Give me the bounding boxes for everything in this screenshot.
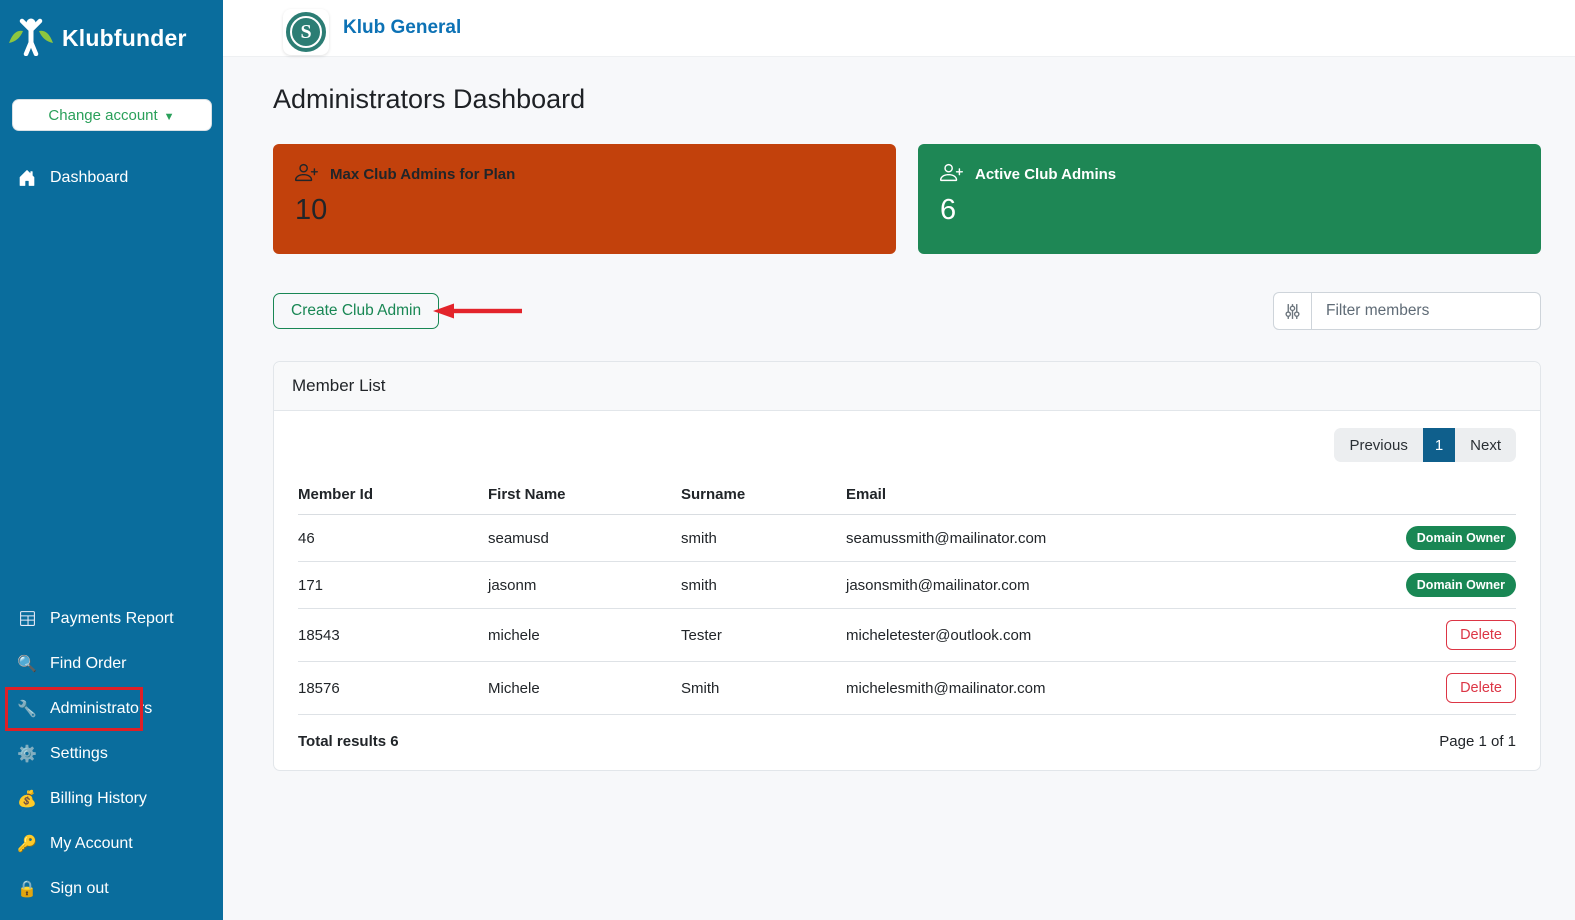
sidebar-item-find-order[interactable]: 🔍 Find Order xyxy=(0,641,223,686)
topbar: S Klub General xyxy=(223,0,1575,57)
stat-label: Max Club Admins for Plan xyxy=(330,166,516,183)
main-content: Administrators Dashboard Max Club Admins… xyxy=(223,57,1575,920)
actions-row: Create Club Admin xyxy=(273,292,1541,330)
key-icon: 🔑 xyxy=(17,835,37,853)
cell-email: jasonsmith@mailinator.com xyxy=(846,561,1216,609)
filter-sliders-icon xyxy=(1273,292,1312,330)
sidebar-item-settings[interactable]: ⚙️ Settings xyxy=(0,731,223,776)
sidebar-item-label: My Account xyxy=(50,834,133,852)
stat-label: Active Club Admins xyxy=(975,166,1117,183)
sidebar-item-administrators[interactable]: 🔧 Administrators xyxy=(0,686,223,731)
table-row: 18543 michele Tester micheletester@outlo… xyxy=(298,608,1516,662)
sidebar-item-label: Find Order xyxy=(50,654,127,672)
cell-surname: Smith xyxy=(681,661,846,715)
create-club-admin-button[interactable]: Create Club Admin xyxy=(273,293,440,329)
cell-first-name: michele xyxy=(488,608,681,662)
cell-action: Delete xyxy=(1216,608,1516,662)
column-header-first-name: First Name xyxy=(488,476,681,515)
brand: Klubfunder xyxy=(0,0,223,71)
sidebar-item-label: Administrators xyxy=(50,699,153,717)
cell-surname: smith xyxy=(681,561,846,609)
table-row: 46 seamusd smith seamussmith@mailinator.… xyxy=(298,514,1516,562)
stat-cards: Max Club Admins for Plan 10 Active Club … xyxy=(273,144,1541,254)
filter-members-input[interactable] xyxy=(1312,292,1541,330)
sidebar-nav-bottom: Payments Report 🔍 Find Order 🔧 Administr… xyxy=(0,596,223,911)
stat-value: 10 xyxy=(295,194,328,226)
member-list-title: Member List xyxy=(274,362,1540,411)
member-list-footer: Total results 6 Page 1 of 1 xyxy=(298,715,1516,750)
sidebar-nav-top: Dashboard xyxy=(0,155,223,200)
domain-owner-badge: Domain Owner xyxy=(1405,573,1516,597)
wrench-icon: 🔧 xyxy=(17,700,37,718)
pagination-page-1-button[interactable]: 1 xyxy=(1422,428,1456,462)
stat-card-active-admins: Active Club Admins 6 xyxy=(918,144,1541,254)
cell-action: Delete xyxy=(1216,661,1516,715)
sidebar-item-label: Dashboard xyxy=(50,168,129,186)
moneybag-icon: 💰 xyxy=(17,790,37,808)
cell-member-id: 18576 xyxy=(298,661,488,715)
stat-card-max-admins: Max Club Admins for Plan 10 xyxy=(273,144,896,254)
lock-icon: 🔒 xyxy=(17,880,37,898)
sidebar-item-dashboard[interactable]: Dashboard xyxy=(0,155,223,200)
member-list-card: Member List Previous 1 Next Member Id Fi… xyxy=(273,361,1541,771)
sidebar: Klubfunder Change account ▼ Dashboard Pay… xyxy=(0,0,223,920)
total-results: Total results 6 xyxy=(298,733,399,750)
cell-surname: Tester xyxy=(681,608,846,662)
pagination: Previous 1 Next xyxy=(298,428,1516,462)
cell-action: Domain Owner xyxy=(1216,514,1516,562)
cell-member-id: 18543 xyxy=(298,608,488,662)
pagination-previous-button[interactable]: Previous xyxy=(1334,428,1423,462)
chevron-down-icon: ▼ xyxy=(163,110,175,123)
club-name: Klub General xyxy=(343,17,462,38)
red-arrow-annotation xyxy=(433,303,522,319)
person-plus-icon xyxy=(940,161,963,188)
home-icon xyxy=(17,169,37,187)
sidebar-item-label: Payments Report xyxy=(50,609,174,627)
change-account-button[interactable]: Change account ▼ xyxy=(11,99,212,131)
search-icon: 🔍 xyxy=(17,655,37,673)
cell-action: Domain Owner xyxy=(1216,561,1516,609)
table-row: 18576 Michele Smith michelesmith@mailina… xyxy=(298,661,1516,715)
cell-surname: smith xyxy=(681,514,846,562)
cell-email: seamussmith@mailinator.com xyxy=(846,514,1216,562)
delete-button[interactable]: Delete xyxy=(1446,673,1516,703)
sidebar-item-sign-out[interactable]: 🔒 Sign out xyxy=(0,866,223,911)
sidebar-item-billing-history[interactable]: 💰 Billing History xyxy=(0,776,223,821)
cell-member-id: 46 xyxy=(298,514,488,562)
stat-value: 6 xyxy=(940,194,957,226)
column-header-member-id: Member Id xyxy=(298,476,488,515)
club-header-link[interactable]: S Klub General xyxy=(283,1,461,55)
sidebar-item-label: Settings xyxy=(50,744,108,762)
sidebar-item-my-account[interactable]: 🔑 My Account xyxy=(0,821,223,866)
page-indicator: Page 1 of 1 xyxy=(1439,733,1516,750)
table-icon xyxy=(17,610,37,627)
klubfunder-logo-icon xyxy=(8,16,54,61)
sidebar-item-payments-report[interactable]: Payments Report xyxy=(0,596,223,641)
cell-first-name: Michele xyxy=(488,661,681,715)
column-header-surname: Surname xyxy=(681,476,846,515)
page-title: Administrators Dashboard xyxy=(273,84,586,114)
brand-name: Klubfunder xyxy=(62,25,187,51)
cell-member-id: 171 xyxy=(298,561,488,609)
cell-first-name: seamusd xyxy=(488,514,681,562)
cell-email: micheletester@outlook.com xyxy=(846,608,1216,662)
sidebar-item-label: Sign out xyxy=(50,879,109,897)
pagination-next-button[interactable]: Next xyxy=(1455,428,1516,462)
filter-members-group xyxy=(1273,292,1541,330)
club-logo-icon: S xyxy=(283,9,329,55)
table-row: 171 jasonm smith jasonsmith@mailinator.c… xyxy=(298,561,1516,609)
person-plus-icon xyxy=(295,161,318,188)
domain-owner-badge: Domain Owner xyxy=(1405,526,1516,550)
cell-first-name: jasonm xyxy=(488,561,681,609)
member-table: Member Id First Name Surname Email 46 se… xyxy=(298,476,1516,715)
delete-button[interactable]: Delete xyxy=(1446,620,1516,650)
column-header-email: Email xyxy=(846,476,1216,515)
gear-icon: ⚙️ xyxy=(17,745,37,763)
sidebar-item-label: Billing History xyxy=(50,789,147,807)
cell-email: michelesmith@mailinator.com xyxy=(846,661,1216,715)
